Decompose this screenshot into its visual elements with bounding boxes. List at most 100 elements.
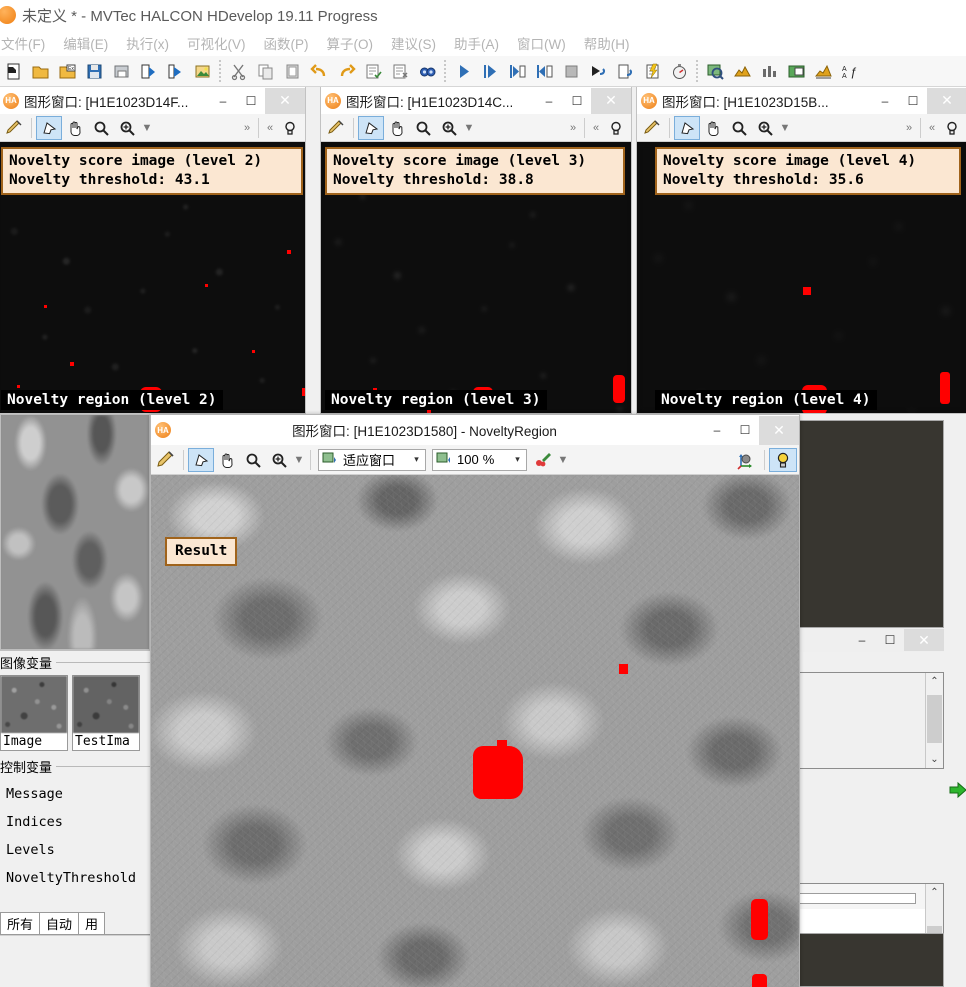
edit-draw-icon[interactable] — [323, 116, 349, 140]
step-out-icon[interactable] — [531, 58, 558, 85]
undo-icon[interactable] — [306, 58, 333, 85]
maximize-button[interactable]: ☐ — [237, 90, 265, 112]
arrow-select-icon[interactable] — [674, 115, 700, 140]
save-icon[interactable] — [81, 58, 108, 85]
minimize-button[interactable]: – — [703, 419, 731, 441]
coordinate-axes-icon[interactable] — [730, 448, 760, 472]
var-message[interactable]: Message — [0, 780, 150, 808]
overflow-left-icon[interactable]: « — [263, 116, 277, 140]
scroll-down-icon[interactable]: ⌄ — [930, 754, 938, 768]
copy-icon[interactable] — [252, 58, 279, 85]
menu-window[interactable]: 窗口(W) — [508, 31, 575, 55]
reset-program-icon[interactable] — [585, 58, 612, 85]
var-noveltythreshold[interactable]: NoveltyThreshold — [0, 864, 150, 892]
overflow-left-icon[interactable]: « — [925, 116, 939, 140]
graphics-window-1-canvas[interactable]: Novelty score image (level 2) Novelty th… — [0, 142, 305, 413]
pan-hand-icon[interactable] — [62, 116, 88, 140]
overflow-right-icon[interactable]: » — [566, 116, 580, 140]
maximize-button[interactable]: ☐ — [731, 419, 759, 441]
pan-hand-icon[interactable] — [700, 116, 726, 140]
open-program-icon[interactable] — [27, 58, 54, 85]
paste-icon[interactable] — [279, 58, 306, 85]
save-as-icon[interactable] — [108, 58, 135, 85]
comment-icon[interactable] — [360, 58, 387, 85]
chevron-down-icon[interactable]: ▼ — [462, 116, 476, 140]
stop-icon[interactable] — [558, 58, 585, 85]
close-button[interactable]: ✕ — [904, 629, 944, 651]
maximize-button[interactable]: ☐ — [899, 90, 927, 112]
edit-draw-icon[interactable] — [153, 448, 179, 472]
close-button[interactable]: ✕ — [265, 87, 305, 114]
zoom-in-icon[interactable] — [752, 116, 778, 140]
fit-window-combo[interactable]: 适应窗口 ▾ — [318, 448, 426, 471]
menu-help[interactable]: 帮助(H) — [575, 31, 639, 55]
tab-user[interactable]: 用 — [78, 912, 106, 934]
ocr-assistant-icon[interactable] — [783, 58, 810, 85]
zoom-magnifier-icon[interactable] — [240, 448, 266, 472]
menu-suggestions[interactable]: 建议(S) — [382, 31, 445, 55]
var-levels[interactable]: Levels — [0, 836, 150, 864]
chevron-down-icon[interactable]: ▾ — [408, 454, 425, 465]
find-icon[interactable] — [414, 58, 441, 85]
minimize-button[interactable]: – — [535, 90, 563, 112]
close-button[interactable]: ✕ — [591, 87, 631, 114]
insert-image-icon[interactable] — [189, 58, 216, 85]
green-right-arrow-icon[interactable] — [948, 780, 966, 804]
menu-edit[interactable]: 编辑(E) — [54, 31, 117, 55]
maximize-button[interactable]: ☐ — [563, 90, 591, 112]
tab-auto[interactable]: 自动 — [39, 912, 80, 934]
chevron-down-icon[interactable]: ▼ — [778, 116, 792, 140]
maximize-button[interactable]: ☐ — [876, 629, 904, 651]
menu-operators[interactable]: 算子(O) — [318, 31, 383, 55]
menu-visualization[interactable]: 可视化(V) — [178, 31, 255, 55]
menu-assistants[interactable]: 助手(A) — [445, 31, 508, 55]
chevron-down-icon[interactable]: ▾ — [509, 454, 526, 465]
scrollbar-thumb[interactable] — [927, 695, 942, 743]
zoom-magnifier-icon[interactable] — [726, 116, 752, 140]
novelty-region-canvas[interactable]: Result — [151, 475, 799, 987]
right-listbox-top[interactable]: ⌃ ⌄ — [798, 672, 944, 769]
scroll-up-icon[interactable]: ⌃ — [930, 884, 938, 898]
overflow-left-icon[interactable]: « — [589, 116, 603, 140]
var-thumb-testimage[interactable]: TestIma — [72, 675, 140, 751]
var-thumb-image[interactable]: Image — [0, 675, 68, 751]
minimize-button[interactable]: – — [848, 629, 876, 651]
zoom-level-combo[interactable]: 100 % ▾ — [432, 448, 527, 471]
zoom-magnifier-icon[interactable] — [410, 116, 436, 140]
close-button[interactable]: ✕ — [759, 415, 799, 445]
menu-execute[interactable]: 执行(x) — [117, 31, 178, 55]
background-image-preview[interactable] — [0, 414, 150, 650]
overflow-right-icon[interactable]: » — [902, 116, 916, 140]
zoom-in-icon[interactable] — [436, 116, 462, 140]
matching-assistant-icon[interactable] — [729, 58, 756, 85]
pan-hand-icon[interactable] — [214, 448, 240, 472]
cut-icon[interactable] — [225, 58, 252, 85]
color-palette-icon[interactable] — [530, 448, 556, 472]
open-example-icon[interactable]: Ex — [54, 58, 81, 85]
variable-font-icon[interactable]: AAƒ — [837, 58, 864, 85]
chevron-down-icon[interactable]: ▼ — [140, 116, 154, 140]
lightbulb-icon[interactable] — [939, 116, 965, 140]
arrow-select-icon[interactable] — [188, 447, 214, 472]
lightbulb-icon[interactable] — [277, 116, 303, 140]
zoom-magnifier-icon[interactable] — [88, 116, 114, 140]
arrow-select-icon[interactable] — [36, 115, 62, 140]
step-into-icon[interactable] — [504, 58, 531, 85]
close-button[interactable]: ✕ — [927, 87, 966, 114]
import-icon[interactable] — [135, 58, 162, 85]
image-acquisition-assistant-icon[interactable] — [702, 58, 729, 85]
menu-procedures[interactable]: 函数(P) — [255, 31, 318, 55]
chevron-down-icon[interactable]: ▼ — [292, 448, 306, 472]
uncomment-icon[interactable] — [387, 58, 414, 85]
reset-procedure-icon[interactable] — [612, 58, 639, 85]
pan-hand-icon[interactable] — [384, 116, 410, 140]
lightbulb-icon[interactable] — [769, 447, 797, 472]
calibration-assistant-icon[interactable] — [810, 58, 837, 85]
graphics-window-3-canvas[interactable]: Novelty score image (level 4) Novelty th… — [637, 142, 966, 413]
var-indices[interactable]: Indices — [0, 808, 150, 836]
edit-draw-icon[interactable] — [1, 116, 27, 140]
vertical-scrollbar-top[interactable]: ⌃ ⌄ — [925, 673, 943, 768]
tab-all[interactable]: 所有 — [0, 912, 41, 934]
step-over-icon[interactable] — [477, 58, 504, 85]
scroll-up-icon[interactable]: ⌃ — [930, 673, 938, 687]
